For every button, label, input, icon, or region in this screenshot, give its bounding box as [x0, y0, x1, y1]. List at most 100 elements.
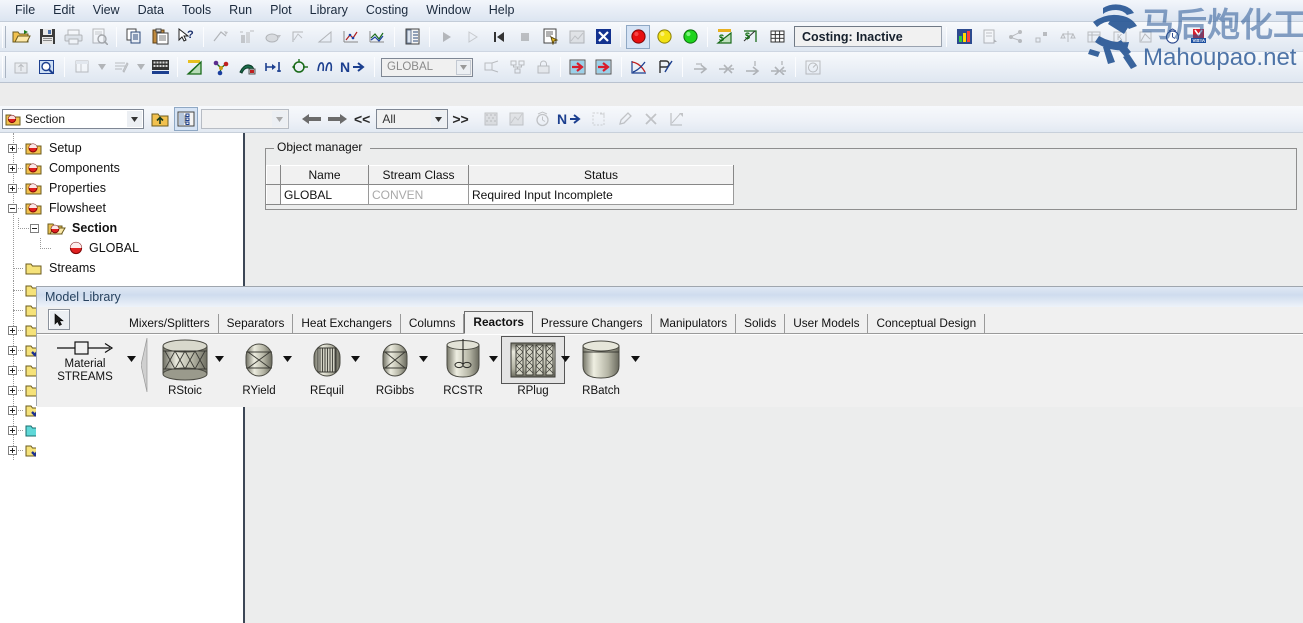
up-one-level-icon[interactable]	[148, 107, 172, 131]
collapse-minus-icon[interactable]	[30, 223, 39, 233]
tree-node-hidden[interactable]	[0, 280, 36, 300]
model-item-rplug[interactable]: RPlug	[501, 336, 565, 397]
rcstr-dropdown-caret[interactable]	[489, 356, 498, 362]
tree-node-streams[interactable]: Streams	[0, 258, 243, 278]
status-green-icon[interactable]	[678, 25, 702, 49]
keyboard-grid-icon[interactable]	[148, 55, 172, 79]
object-manager-table[interactable]: Name Stream Class Status GLOBAL CONVEN R…	[266, 165, 734, 205]
tab-solids[interactable]: Solids	[736, 314, 786, 333]
menu-item-run[interactable]: Run	[220, 1, 261, 20]
tree-node-properties[interactable]: Properties	[0, 178, 243, 198]
rgibbs-dropdown-caret[interactable]	[419, 356, 428, 362]
model-item-rstoic[interactable]: RStoic	[153, 336, 217, 397]
tree-strip-overlay[interactable]	[0, 280, 36, 460]
rbatch-dropdown-caret[interactable]	[631, 356, 640, 362]
tree-node-hidden[interactable]	[0, 320, 36, 340]
expand-plus-icon[interactable]	[8, 405, 17, 415]
close-x-icon[interactable]	[591, 25, 615, 49]
expand-plus-icon[interactable]	[8, 163, 17, 173]
menu-item-data[interactable]: Data	[129, 1, 173, 20]
material-streams-item[interactable]: Material STREAMS	[49, 338, 121, 384]
expand-plus-icon[interactable]	[8, 385, 17, 395]
nav-first-button[interactable]: <<	[350, 111, 374, 127]
tree-node-components[interactable]: Components	[0, 158, 243, 178]
expand-plus-icon[interactable]	[8, 425, 17, 435]
expand-plus-icon[interactable]	[8, 445, 17, 455]
help-pointer-icon[interactable]: ?	[174, 25, 198, 49]
global-scope-combo[interactable]: GLOBAL	[381, 57, 473, 77]
copy-icon[interactable]	[122, 25, 146, 49]
paste-icon[interactable]	[148, 25, 172, 49]
menu-item-view[interactable]: View	[84, 1, 129, 20]
toolbar-grip[interactable]	[2, 56, 6, 78]
status-yellow-icon[interactable]	[652, 25, 676, 49]
expand-plus-icon[interactable]	[8, 143, 17, 153]
tree-node-hidden[interactable]	[0, 440, 36, 460]
section-combo[interactable]: Section	[2, 109, 144, 129]
costing-triangle-icon[interactable]: $	[713, 25, 737, 49]
ryield-dropdown-caret[interactable]	[283, 356, 292, 362]
tab-manipulators[interactable]: Manipulators	[652, 314, 737, 333]
plot-curve-icon[interactable]	[339, 25, 363, 49]
save-icon[interactable]	[35, 25, 59, 49]
column-header-status[interactable]: Status	[468, 165, 734, 185]
filter-combo[interactable]: All	[376, 109, 449, 129]
next-input-icon[interactable]: N	[557, 107, 585, 131]
tree-node-hidden[interactable]	[0, 300, 36, 320]
clock-icon[interactable]	[1160, 25, 1184, 49]
menu-item-costing[interactable]: Costing	[357, 1, 417, 20]
model-item-rgibbs[interactable]: RGibbs	[363, 336, 427, 397]
arrow-select-tool[interactable]	[48, 309, 70, 330]
paint-icon[interactable]	[235, 55, 259, 79]
tab-pressure-changers[interactable]: Pressure Changers	[533, 314, 652, 333]
requil-dropdown-caret[interactable]	[351, 356, 360, 362]
nav-back-arrow-icon[interactable]	[299, 107, 323, 131]
nav-last-button[interactable]: >>	[448, 111, 472, 127]
rstoic-dropdown-caret[interactable]	[215, 356, 224, 362]
tab-reactors[interactable]: Reactors	[464, 311, 533, 334]
model-item-rbatch[interactable]: RBatch	[569, 336, 633, 397]
row-selector-cell[interactable]	[266, 184, 281, 205]
economics-icon[interactable]: $	[739, 25, 763, 49]
object-combo[interactable]	[201, 109, 289, 129]
curve-icon[interactable]	[313, 55, 337, 79]
menu-item-file[interactable]: File	[6, 1, 44, 20]
plot-multi-icon[interactable]	[365, 25, 389, 49]
tree-node-flowsheet[interactable]: Flowsheet	[0, 198, 243, 218]
expand-plus-icon[interactable]	[8, 345, 17, 355]
model-item-requil[interactable]: REquil	[295, 336, 359, 397]
tab-mixers-splitters[interactable]: Mixers/Splitters	[121, 314, 219, 333]
streams-dropdown-caret[interactable]	[127, 356, 136, 362]
show-tree-icon[interactable]	[174, 107, 198, 131]
nav-forward-arrow-icon[interactable]	[325, 107, 349, 131]
reinitialize-icon[interactable]	[487, 25, 511, 49]
tree-node-global[interactable]: GLOBAL	[0, 238, 243, 258]
expand-plus-icon[interactable]	[8, 183, 17, 193]
tree-node-section[interactable]: Section	[0, 218, 243, 238]
import-stream-icon[interactable]	[566, 55, 590, 79]
model-item-ryield[interactable]: RYield	[227, 336, 291, 397]
molecule-icon[interactable]	[209, 55, 233, 79]
collapse-minus-icon[interactable]	[8, 203, 17, 213]
grid-icon[interactable]	[765, 25, 789, 49]
zoom-region-icon[interactable]	[35, 55, 59, 79]
menu-item-tools[interactable]: Tools	[173, 1, 220, 20]
tree-node-hidden[interactable]	[0, 420, 36, 440]
next-icon[interactable]: N	[339, 55, 369, 79]
heat-stream-icon[interactable]	[261, 55, 285, 79]
status-red-icon[interactable]	[626, 24, 650, 49]
tree-node-setup[interactable]: Setup	[0, 138, 243, 158]
tab-separators[interactable]: Separators	[219, 314, 294, 333]
menu-item-plot[interactable]: Plot	[261, 1, 301, 20]
tab-columns[interactable]: Columns	[401, 314, 465, 333]
menu-item-edit[interactable]: Edit	[44, 1, 84, 20]
menu-item-window[interactable]: Window	[417, 1, 479, 20]
tab-heat-exchangers[interactable]: Heat Exchangers	[293, 314, 401, 333]
chevron-down-icon[interactable]	[456, 59, 471, 75]
tab-conceptual-design[interactable]: Conceptual Design	[868, 314, 986, 333]
table-row[interactable]: GLOBAL CONVEN Required Input Incomplete	[266, 184, 734, 205]
open-file-icon[interactable]	[9, 25, 33, 49]
expand-plus-icon[interactable]	[8, 325, 17, 335]
cell-status[interactable]: Required Input Incomplete	[468, 184, 734, 205]
tab-user-models[interactable]: User Models	[785, 314, 869, 333]
